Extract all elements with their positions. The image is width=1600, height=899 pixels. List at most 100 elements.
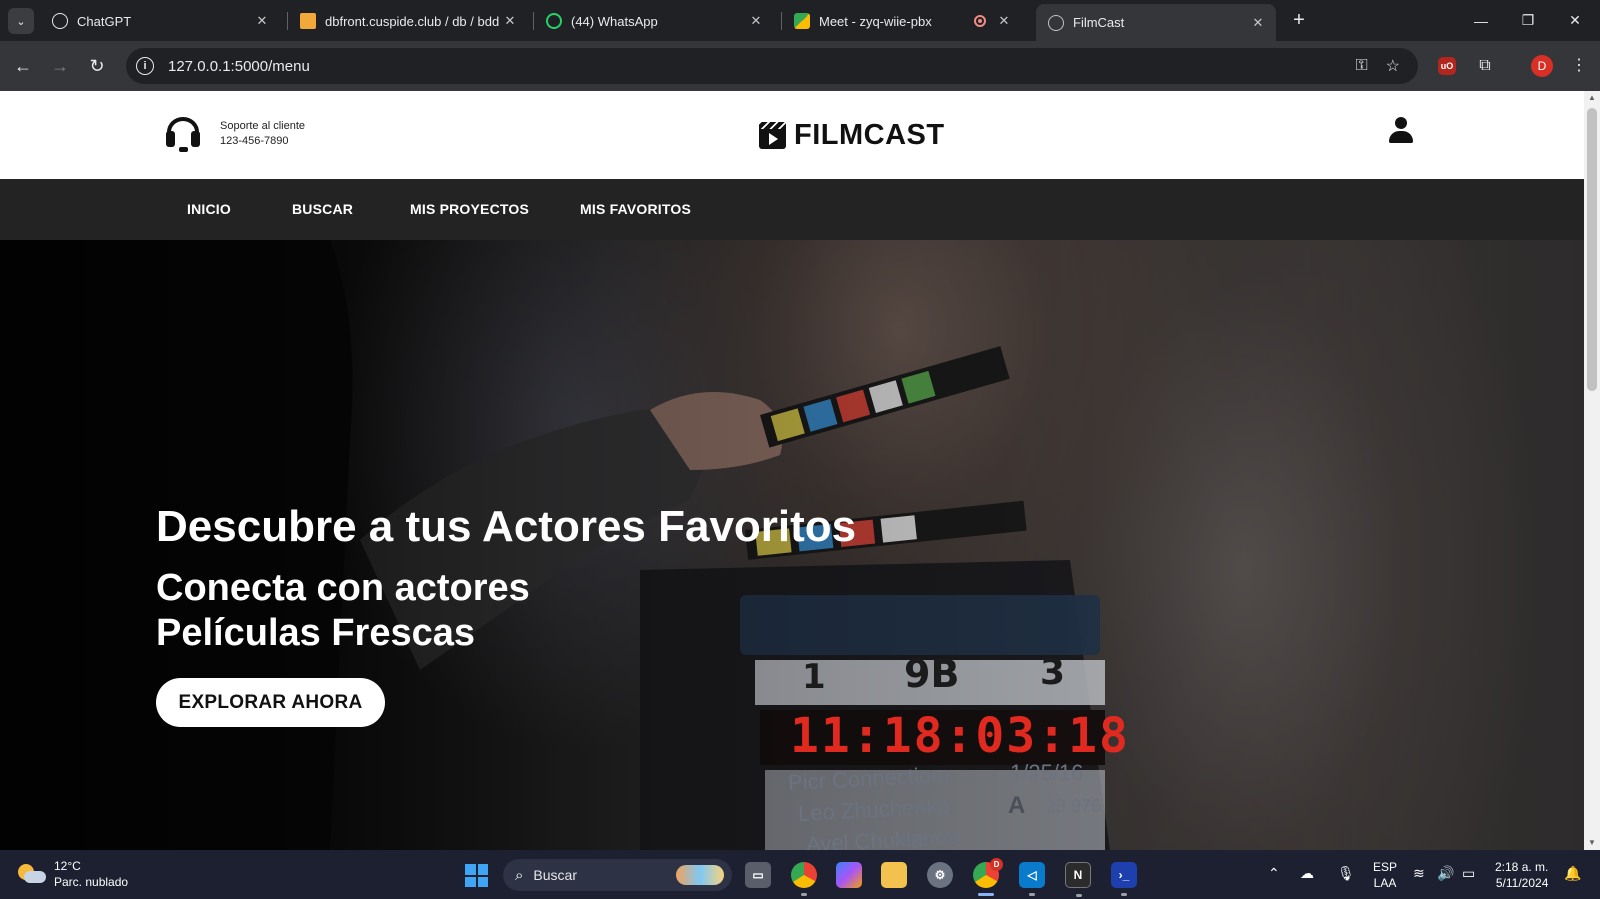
meet-icon xyxy=(794,13,810,29)
key-icon[interactable]: ⚿ xyxy=(1355,57,1367,75)
taskbar-search[interactable]: ⌕ Buscar xyxy=(503,859,732,891)
nav-mis-proyectos[interactable]: MIS PROYECTOS xyxy=(410,201,529,217)
close-icon[interactable]: ✕ xyxy=(748,13,764,29)
close-icon[interactable]: ✕ xyxy=(254,13,270,29)
tab-meet[interactable]: Meet - zyq-wiie-pbx ✕ xyxy=(782,6,1022,36)
customer-support: Soporte al cliente 123-456-7890 xyxy=(164,115,305,153)
page-viewport: Soporte al cliente 123-456-7890 FILMCAST… xyxy=(0,91,1584,850)
hero-banner: 1 9B 3 11:18:03:18 Picr Connectiom 1/25/… xyxy=(0,240,1584,850)
hero-title: Descubre a tus Actores Favoritos xyxy=(156,502,857,551)
tab-whatsapp[interactable]: (44) WhatsApp ✕ xyxy=(534,6,774,36)
new-tab-button[interactable]: + xyxy=(1286,8,1312,34)
chevron-down-icon: ⌄ xyxy=(16,15,26,28)
clapper-take: 9B xyxy=(904,652,960,696)
reload-button[interactable]: ↻ xyxy=(84,53,110,79)
close-icon: ✕ xyxy=(1569,12,1581,28)
scroll-up-arrow-icon[interactable]: ▲ xyxy=(1584,91,1600,105)
powershell-icon[interactable]: ›_ xyxy=(1111,862,1137,896)
user-icon[interactable] xyxy=(1388,117,1414,145)
tab-chatgpt[interactable]: ChatGPT ✕ xyxy=(40,6,280,36)
back-button[interactable]: ← xyxy=(10,53,36,79)
notification-bell-icon[interactable]: 🔔 xyxy=(1564,865,1581,882)
clapperboard-icon xyxy=(759,121,786,149)
wifi-icon[interactable]: ≋ xyxy=(1413,865,1425,882)
close-icon[interactable]: ✕ xyxy=(996,13,1012,29)
clock-time: 2:18 a. m. xyxy=(1495,860,1549,874)
tab-title: Meet - zyq-wiie-pbx xyxy=(819,13,932,29)
site-header: Soporte al cliente 123-456-7890 FILMCAST xyxy=(0,91,1584,179)
hero-subtitle-line1: Conecta con actores xyxy=(156,567,530,609)
microphone-icon[interactable]: 🎙 xyxy=(1337,865,1355,882)
chrome-icon[interactable] xyxy=(791,862,817,896)
partly-cloudy-icon xyxy=(18,862,46,886)
file-explorer-icon[interactable] xyxy=(881,862,907,888)
browser-toolbar: ← → ↻ i 127.0.0.1:5000/menu ⚿ ☆ uO ⧉ D ⋮ xyxy=(0,41,1600,91)
tab-search-button[interactable]: ⌄ xyxy=(8,8,34,34)
chevron-up-icon[interactable]: ⌃ xyxy=(1268,865,1280,882)
page-scrollbar[interactable]: ▲ ▼ xyxy=(1584,91,1600,850)
tab-title: (44) WhatsApp xyxy=(571,13,658,29)
taskbar-search-placeholder: Buscar xyxy=(533,867,577,883)
profile-avatar[interactable]: D xyxy=(1531,55,1553,77)
settings-gear-icon[interactable]: ⚙ xyxy=(927,862,953,888)
scroll-down-arrow-icon[interactable]: ▼ xyxy=(1584,836,1600,850)
ublock-extension-icon[interactable]: uO xyxy=(1438,57,1456,75)
explore-now-button[interactable]: EXPLORAR AHORA xyxy=(156,678,385,727)
url-text[interactable]: 127.0.0.1:5000/menu xyxy=(168,58,1355,75)
windows-start-icon[interactable] xyxy=(465,864,488,887)
tab-dbfront[interactable]: dbfront.cuspide.club / db / bdd ✕ xyxy=(288,6,528,36)
clapper-date: 1/25/16 xyxy=(1010,760,1084,785)
recording-icon xyxy=(974,15,986,27)
clapper-num: 23.976 xyxy=(1046,796,1102,816)
globe-icon xyxy=(1048,14,1064,31)
notion-icon[interactable]: N xyxy=(1065,862,1091,897)
close-icon[interactable]: ✕ xyxy=(1250,15,1266,31)
hero-subtitle-line2: Películas Frescas xyxy=(156,612,475,654)
clock-date: 5/11/2024 xyxy=(1495,876,1549,890)
nav-inicio[interactable]: INICIO xyxy=(187,201,231,217)
clapper-roll: 3 xyxy=(1040,652,1066,693)
info-icon[interactable]: i xyxy=(136,57,154,75)
restore-icon: ❐ xyxy=(1521,12,1535,28)
copilot-icon[interactable] xyxy=(836,862,862,888)
forward-button[interactable]: → xyxy=(47,53,73,79)
tab-filmcast[interactable]: FilmCast ✕ xyxy=(1036,4,1276,41)
extensions-icon[interactable]: ⧉ xyxy=(1473,54,1497,78)
windows-taskbar: 12°C Parc. nublado ⌕ Buscar ▭ ⚙ D ◁ N ›_… xyxy=(0,850,1600,899)
hero-subtitle: Conecta con actores Películas Frescas xyxy=(156,566,856,656)
arrow-right-icon: → xyxy=(51,56,69,76)
menu-kebab-icon[interactable]: ⋮ xyxy=(1567,54,1591,78)
browser-tab-bar: ⌄ ChatGPT ✕ dbfront.cuspide.club / db / … xyxy=(0,0,1600,41)
brand-logo[interactable]: FILMCAST xyxy=(759,119,945,152)
restore-button[interactable]: ❐ xyxy=(1505,0,1551,41)
search-highlight-icon xyxy=(676,865,724,885)
reload-icon: ↻ xyxy=(89,56,105,76)
lang-line1: ESP xyxy=(1373,860,1398,874)
headset-icon xyxy=(164,115,202,153)
input-language[interactable]: ESP LAA xyxy=(1373,859,1397,891)
scrollbar-thumb[interactable] xyxy=(1587,108,1597,391)
whatsapp-icon xyxy=(546,13,562,29)
nav-mis-favoritos[interactable]: MIS FAVORITOS xyxy=(580,201,691,217)
close-window-button[interactable]: ✕ xyxy=(1552,0,1598,41)
weather-widget[interactable]: 12°C Parc. nublado xyxy=(18,858,128,890)
volume-icon[interactable]: 🔊 xyxy=(1437,865,1454,882)
star-icon[interactable]: ☆ xyxy=(1386,56,1400,76)
arrow-left-icon: ← xyxy=(14,56,32,76)
chatgpt-icon xyxy=(52,13,68,29)
onedrive-icon[interactable]: ☁ xyxy=(1300,865,1314,882)
support-label: Soporte al cliente xyxy=(220,120,305,132)
chrome-profile-icon[interactable]: D xyxy=(973,858,1003,896)
task-view-icon[interactable]: ▭ xyxy=(745,862,771,888)
tab-title: ChatGPT xyxy=(77,13,132,29)
vscode-icon[interactable]: ◁ xyxy=(1019,862,1045,896)
tab-title: dbfront.cuspide.club / db / bdd xyxy=(325,13,500,29)
main-nav: INICIO BUSCAR MIS PROYECTOS MIS FAVORITO… xyxy=(0,179,1584,240)
close-icon[interactable]: ✕ xyxy=(502,13,518,29)
address-bar[interactable]: i 127.0.0.1:5000/menu ⚿ ☆ xyxy=(126,48,1418,84)
battery-icon[interactable]: ▭ xyxy=(1462,865,1475,882)
minimize-button[interactable]: — xyxy=(1458,0,1504,41)
clapper-cam: A xyxy=(1008,792,1026,819)
nav-buscar[interactable]: BUSCAR xyxy=(292,201,353,217)
system-clock[interactable]: 2:18 a. m. 5/11/2024 xyxy=(1495,859,1548,891)
